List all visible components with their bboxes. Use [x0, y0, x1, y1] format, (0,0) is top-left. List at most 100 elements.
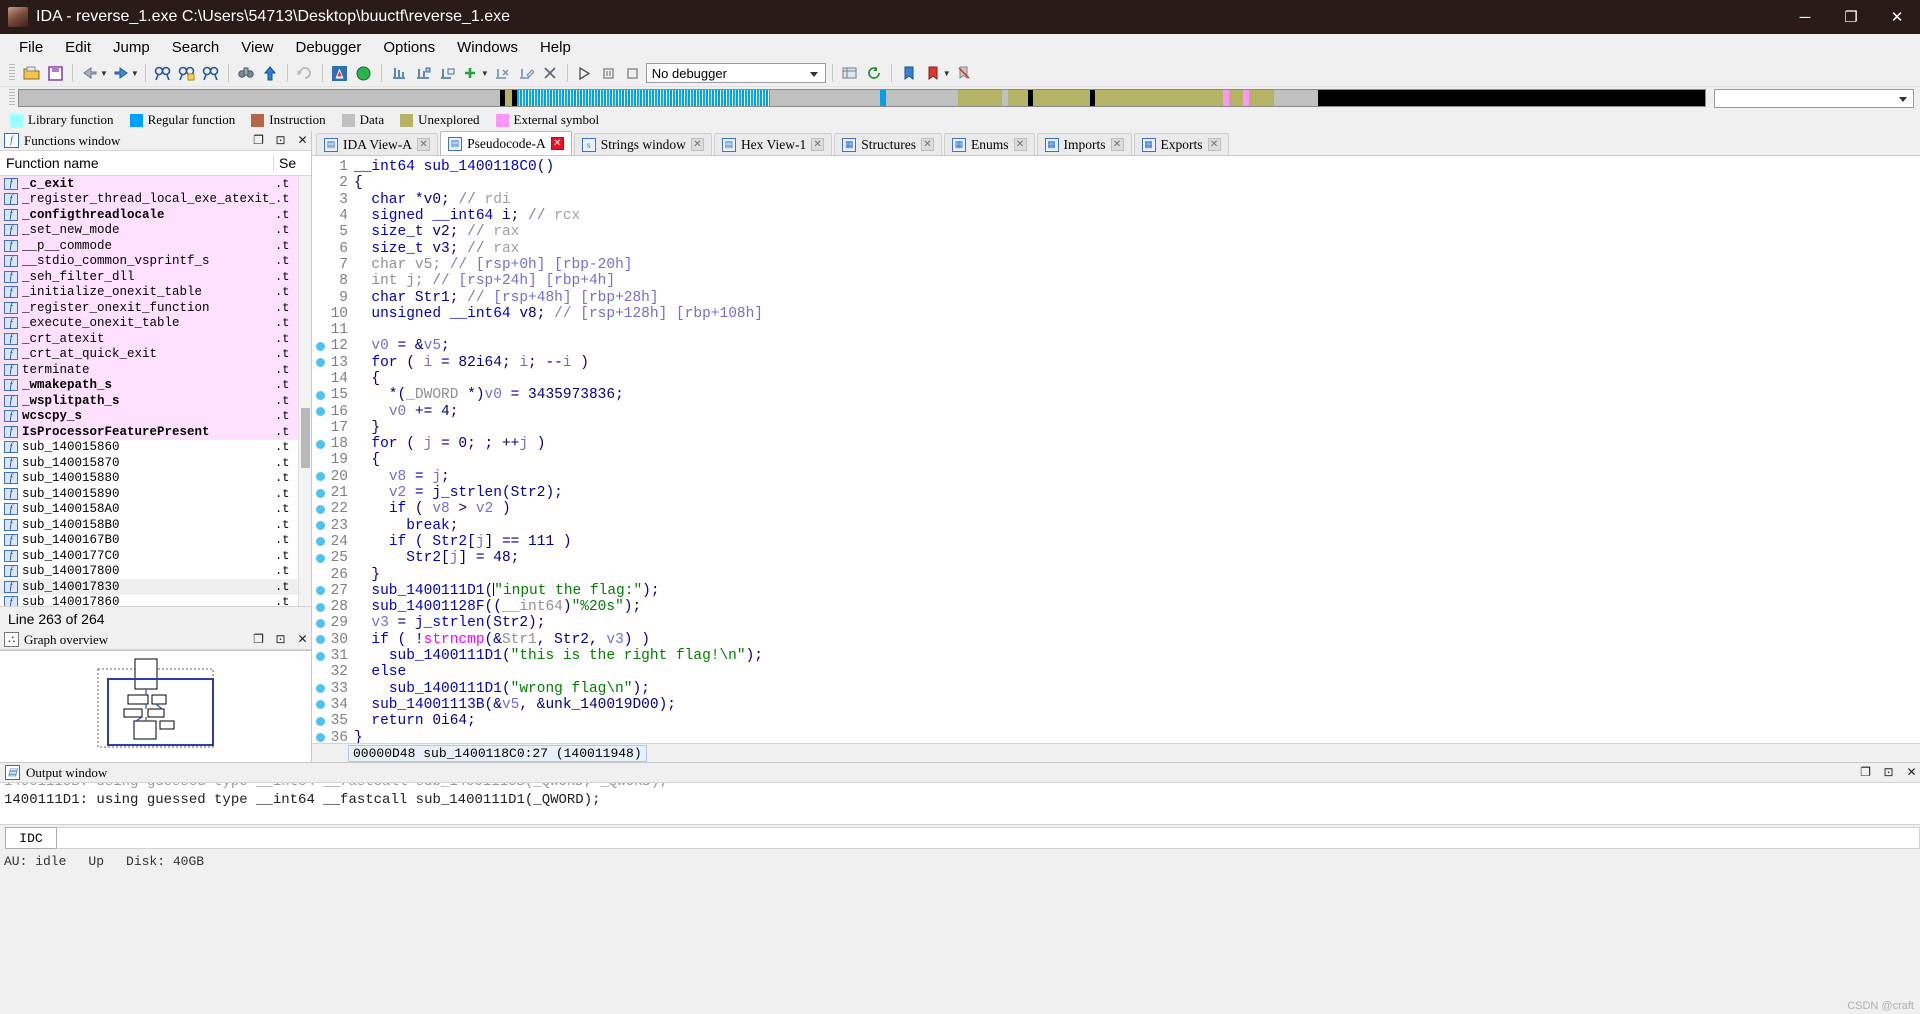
data-marker-icon[interactable] — [412, 63, 434, 84]
tab-close-icon[interactable]: ✕ — [1110, 138, 1124, 151]
binoculars-icon[interactable] — [235, 63, 257, 84]
breakpoint-marker-icon[interactable] — [312, 341, 328, 351]
code-line[interactable]: 21 v2 = j_strlen(Str2); — [312, 485, 1920, 501]
search-next-icon[interactable] — [176, 63, 198, 84]
menu-jump[interactable]: Jump — [102, 37, 161, 58]
open-file-icon[interactable] — [20, 63, 42, 84]
tab-close-icon[interactable]: ✕ — [690, 138, 704, 151]
function-list-item[interactable]: f __stdio_common_vsprintf_s .t — [0, 253, 311, 269]
code-line[interactable]: 29 v3 = j_strlen(Str2); — [312, 615, 1920, 631]
column-segment[interactable]: Se — [273, 155, 311, 171]
tab-close-icon[interactable]: ✕ — [417, 138, 431, 151]
add-dropdown-icon[interactable]: ▼ — [481, 69, 489, 78]
pseudocode-view[interactable]: 1 __int64 sub_1400118C0() 2{3 char *v0; //… — [312, 155, 1920, 743]
menu-edit[interactable]: Edit — [54, 37, 102, 58]
function-list-item[interactable]: f _initialize_onexit_table .t — [0, 284, 311, 300]
code-line[interactable]: 3 char *v0; // rdi — [312, 192, 1920, 208]
function-list-item[interactable]: f _wsplitpath_s .t — [0, 393, 311, 409]
code-line[interactable]: 13 for ( i = 82i64; i; --i ) — [312, 355, 1920, 371]
functions-close-icon[interactable]: ✕ — [294, 133, 311, 148]
function-list-item[interactable]: f sub_140017800 .t — [0, 564, 311, 580]
tab-enums[interactable]: ▦ Enums ✕ — [944, 133, 1035, 155]
breakpoint-marker-icon[interactable] — [312, 618, 328, 628]
breakpoint-list-icon[interactable] — [839, 63, 861, 84]
code-line[interactable]: 25 Str2[j] = 48; — [312, 550, 1920, 566]
search-binary-icon[interactable] — [152, 63, 174, 84]
undefine-icon[interactable] — [491, 63, 513, 84]
ida-icon[interactable] — [329, 63, 351, 84]
output-restore-icon[interactable]: ❐ — [1857, 765, 1874, 780]
tab-pseudocode-a[interactable]: ▤ Pseudocode-A ✕ — [440, 131, 572, 155]
breakpoint-marker-icon[interactable] — [312, 586, 328, 596]
output-float-icon[interactable]: ⊡ — [1880, 765, 1897, 780]
code-line[interactable]: 9 char Str1; // [rsp+48h] [rbp+28h] — [312, 289, 1920, 306]
function-list-item[interactable]: f sub_140015890 .t — [0, 486, 311, 502]
navband-jump-select[interactable] — [1714, 88, 1914, 108]
menu-debugger[interactable]: Debugger — [285, 37, 373, 58]
refresh-icon[interactable] — [863, 63, 885, 84]
function-list-item[interactable]: f wcscpy_s .t — [0, 408, 311, 424]
navigator-band[interactable] — [18, 89, 1706, 107]
function-list-item[interactable]: f _configthreadlocale .t — [0, 207, 311, 223]
tab-hex-view-1[interactable]: ▤ Hex View-1 ✕ — [713, 133, 833, 155]
function-list-item[interactable]: f _crt_atexit .t — [0, 331, 311, 347]
function-list-item[interactable]: f_register_thread_local_exe_atexit_c···.… — [0, 191, 311, 207]
breakpoint-marker-icon[interactable] — [312, 407, 328, 417]
forward-dropdown-icon[interactable]: ▼ — [131, 69, 139, 78]
code-line[interactable]: 36} — [312, 729, 1920, 743]
function-list-item[interactable]: f _seh_filter_dll .t — [0, 269, 311, 285]
function-list-item[interactable]: f sub_140015860 .t — [0, 440, 311, 456]
maximize-button[interactable]: ❐ — [1828, 0, 1874, 34]
functions-scroll-thumb[interactable] — [301, 408, 310, 468]
graph-close-icon[interactable]: ✕ — [294, 632, 311, 647]
tab-close-icon[interactable]: ✕ — [550, 137, 564, 150]
breakpoint-marker-icon[interactable] — [312, 390, 328, 400]
code-line[interactable]: 14 { — [312, 371, 1920, 387]
back-dropdown-icon[interactable]: ▼ — [100, 69, 108, 78]
tab-close-icon[interactable]: ✕ — [1013, 138, 1027, 151]
function-list-item[interactable]: f _crt_at_quick_exit .t — [0, 346, 311, 362]
navband-grip[interactable] — [9, 89, 15, 107]
code-line[interactable]: 20 v8 = j; — [312, 469, 1920, 485]
minimize-button[interactable]: ─ — [1782, 0, 1828, 34]
code-line[interactable]: 26 } — [312, 566, 1920, 583]
pause-icon[interactable] — [598, 63, 620, 84]
breakpoint-marker-icon[interactable] — [312, 700, 328, 710]
toolbar-grip[interactable] — [9, 64, 15, 82]
search-prev-icon[interactable] — [200, 63, 222, 84]
bookmark-red-icon[interactable] — [922, 63, 944, 84]
green-play-icon[interactable] — [353, 63, 375, 84]
tab-strings-window[interactable]: s Strings window ✕ — [573, 133, 712, 155]
tab-exports[interactable]: ▦ Exports ✕ — [1133, 133, 1229, 155]
forward-arrow-icon[interactable] — [110, 63, 132, 84]
menu-view[interactable]: View — [230, 37, 284, 58]
functions-list[interactable]: f _c_exit .t f _register_thread_local_exe_at… — [0, 176, 311, 606]
function-list-item[interactable]: f sub_1400158B0 .t — [0, 517, 311, 533]
function-list-item[interactable]: f _execute_onexit_table .t — [0, 315, 311, 331]
function-list-item[interactable]: f sub_1400167B0 .t — [0, 533, 311, 549]
code-line[interactable]: 19 { — [312, 452, 1920, 468]
tab-close-icon[interactable]: ✕ — [811, 138, 825, 151]
code-line[interactable]: 6 size_t v3; // rax — [312, 240, 1920, 257]
functions-scrollbar[interactable] — [298, 176, 311, 606]
add-plus-icon[interactable] — [460, 63, 482, 84]
code-line[interactable]: 22 if ( v8 > v2 ) — [312, 501, 1920, 517]
delete-x-icon[interactable] — [539, 63, 561, 84]
code-line[interactable]: 33 sub_1400111D1("wrong flag\n"); — [312, 681, 1920, 697]
tab-imports[interactable]: ▦ Imports ✕ — [1036, 133, 1132, 155]
edit-function-icon[interactable] — [515, 63, 537, 84]
breakpoint-marker-icon[interactable] — [312, 553, 328, 563]
function-list-item[interactable]: f _c_exit .t — [0, 176, 311, 192]
function-list-item[interactable]: f terminate .t — [0, 362, 311, 378]
code-line[interactable]: 17 } — [312, 420, 1920, 436]
idc-command-input[interactable] — [57, 827, 1920, 849]
menu-options[interactable]: Options — [372, 37, 446, 58]
code-line[interactable]: 30 if ( !strncmp(&Str1, Str2, v3) ) — [312, 632, 1920, 648]
code-line[interactable]: 32 else — [312, 664, 1920, 680]
breakpoint-marker-icon[interactable] — [312, 358, 328, 368]
breakpoint-marker-icon[interactable] — [312, 504, 328, 514]
code-line[interactable]: 5 size_t v2; // rax — [312, 224, 1920, 240]
function-list-item[interactable]: f IsProcessorFeaturePresent .t — [0, 424, 311, 440]
menu-search[interactable]: Search — [161, 37, 231, 58]
clear-marks-icon[interactable] — [953, 63, 975, 84]
